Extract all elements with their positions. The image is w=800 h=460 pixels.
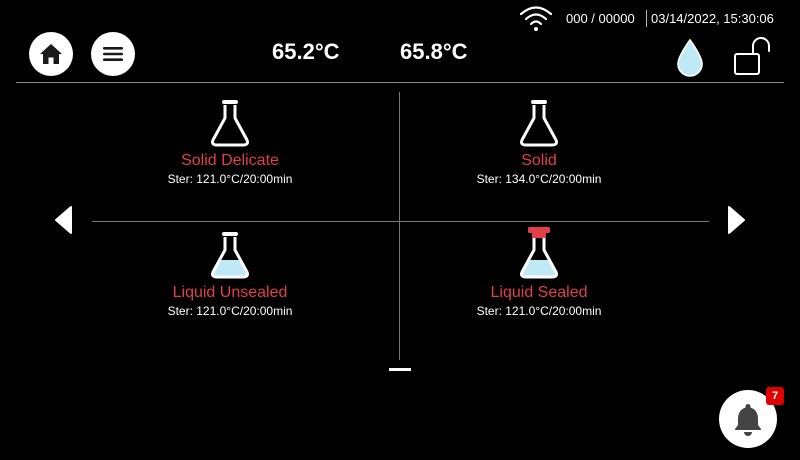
- cycle-counter: 000 / 00000: [566, 11, 635, 26]
- flask-liquid-icon: [211, 232, 249, 279]
- water-drop-icon[interactable]: [674, 38, 706, 78]
- grid-divider-horizontal: [92, 221, 709, 222]
- menu-button[interactable]: [91, 32, 135, 76]
- grid-divider-vertical: [399, 92, 400, 360]
- arrow-left-icon[interactable]: [52, 204, 74, 236]
- bell-icon: [735, 404, 761, 436]
- program-liquid-sealed[interactable]: Liquid Sealed Ster: 121.0°C/20:00min: [419, 226, 659, 346]
- unlocked-icon[interactable]: [732, 36, 774, 78]
- flask-liquid-sealed-icon: [520, 227, 558, 279]
- program-name: Liquid Sealed: [490, 284, 588, 301]
- program-solid-delicate[interactable]: Solid Delicate Ster: 121.0°C/20:00min: [110, 98, 350, 218]
- temperature-reading-2: 65.8°C: [400, 39, 468, 64]
- program-sterilization: Ster: 134.0°C/20:00min: [476, 172, 602, 186]
- program-sterilization: Ster: 121.0°C/20:00min: [167, 304, 293, 318]
- program-sterilization: Ster: 121.0°C/20:00min: [167, 172, 293, 186]
- home-button[interactable]: [29, 32, 73, 76]
- flask-empty-icon: [520, 100, 558, 147]
- hamburger-icon: [103, 47, 123, 61]
- program-sterilization: Ster: 121.0°C/20:00min: [476, 304, 602, 318]
- arrow-right-icon[interactable]: [726, 204, 748, 236]
- date-time: 03/14/2022, 15:30:06: [651, 11, 774, 26]
- wifi-icon: [519, 6, 553, 31]
- flask-empty-icon: [211, 100, 249, 147]
- program-solid[interactable]: Solid Ster: 134.0°C/20:00min: [419, 98, 659, 218]
- temperature-reading-1: 65.2°C: [272, 39, 340, 64]
- page-indicator: [389, 368, 411, 371]
- program-name: Solid: [521, 152, 557, 169]
- program-name: Solid Delicate: [181, 152, 279, 169]
- status-separator: [646, 10, 647, 27]
- home-icon: [40, 44, 62, 64]
- program-liquid-unsealed[interactable]: Liquid Unsealed Ster: 121.0°C/20:00min: [110, 230, 350, 350]
- header-divider: [16, 82, 784, 83]
- notification-count-badge: 7: [766, 387, 784, 405]
- program-name: Liquid Unsealed: [172, 284, 288, 301]
